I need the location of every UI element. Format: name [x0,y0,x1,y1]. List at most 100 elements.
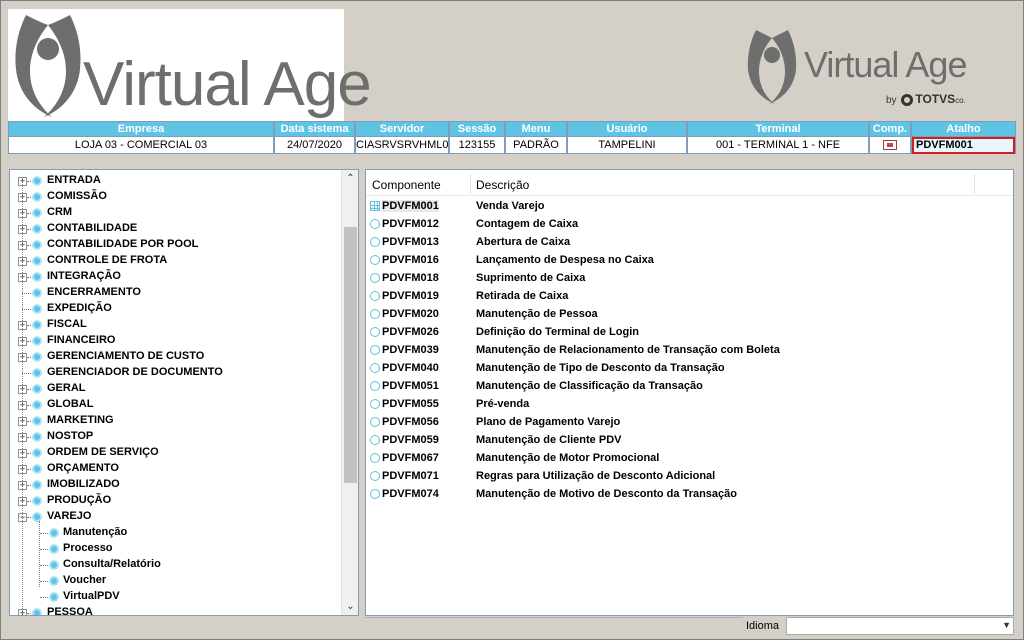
tree-item[interactable]: + MARKETING [10,413,340,429]
component-code: PDVFM051 [382,380,439,392]
list-item[interactable]: PDVFM001 Venda Varejo [366,197,1013,215]
list-item[interactable]: PDVFM039 Manutenção de Relacionamento de … [366,341,1013,359]
computer-icon[interactable] [883,140,897,150]
tree-node-icon [32,400,42,410]
tree-item-label: CONTROLE DE FROTA [47,254,168,266]
tree-node-icon [32,176,42,186]
menu-tree[interactable]: ⌃ ⌄ + ENTRADA + COMISSÃO + CRM + CONTABILIDADE +… [9,169,359,616]
scroll-thumb[interactable] [344,227,357,483]
menu-value: PADRÃO [506,137,566,153]
empresa-header: Empresa [9,122,273,137]
tree-node-icon [32,320,42,330]
tree-item-label: FINANCEIRO [47,334,116,346]
tree-item[interactable]: + ORÇAMENTO [10,461,340,477]
component-code: PDVFM056 [382,416,439,428]
tree-item[interactable]: + GERAL [10,381,340,397]
tree-item[interactable]: + IMOBILIZADO [10,477,340,493]
tree-item[interactable]: + NOSTOP [10,429,340,445]
circle-icon [370,363,380,373]
tree-item[interactable]: + FISCAL [10,317,340,333]
logo-wordmark: Virtual Age [83,50,372,119]
column-divider[interactable] [470,174,471,194]
tree-item[interactable]: VirtualPDV [10,589,340,605]
tree-item[interactable]: + COMISSÃO [10,189,340,205]
list-item[interactable]: PDVFM012 Contagem de Caixa [366,215,1013,233]
tree-item[interactable]: + ENTRADA [10,173,340,189]
list-item[interactable]: PDVFM018 Suprimento de Caixa [366,269,1013,287]
component-description: Lançamento de Despesa no Caixa [476,254,654,266]
tree-item[interactable]: Manutenção [10,525,340,541]
list-item[interactable]: PDVFM051 Manutenção de Classificação da T… [366,377,1013,395]
list-item[interactable]: PDVFM059 Manutenção de Cliente PDV [366,431,1013,449]
tree-item[interactable]: + INTEGRAÇÃO [10,269,340,285]
scroll-down-icon[interactable]: ⌄ [342,598,358,615]
tree-item[interactable]: Consulta/Relatório [10,557,340,573]
tree-item[interactable]: + CONTABILIDADE [10,221,340,237]
tree-item[interactable]: + CONTABILIDADE POR POOL [10,237,340,253]
component-code: PDVFM071 [382,470,439,482]
list-item[interactable]: PDVFM040 Manutenção de Tipo de Desconto d… [366,359,1013,377]
totvs-text: TOTVS [915,92,956,106]
circle-icon [370,327,380,337]
tree-item-label: ORDEM DE SERVIÇO [47,446,159,458]
tree-item-label: Voucher [63,574,107,586]
idioma-label: Idioma [746,620,780,632]
tree-scrollbar[interactable]: ⌃ ⌄ [341,170,358,615]
tree-item-label: GERAL [47,382,86,394]
tree-item[interactable]: + GLOBAL [10,397,340,413]
tree-node-icon [32,192,42,202]
tree-item[interactable]: + PRODUÇÃO [10,493,340,509]
list-item[interactable]: PDVFM013 Abertura de Caixa [366,233,1013,251]
list-item[interactable]: PDVFM056 Plano de Pagamento Varejo [366,413,1013,431]
scroll-up-icon[interactable]: ⌃ [342,170,358,187]
component-code: PDVFM055 [382,398,439,410]
component-code: PDVFM040 [382,362,439,374]
component-description: Pré-venda [476,398,530,410]
atalho-input[interactable]: PDVFM001 [912,137,1015,154]
component-description: Manutenção de Pessoa [476,308,598,320]
list-item[interactable]: PDVFM026 Definição do Terminal de Login [366,323,1013,341]
tree-connector [39,521,40,587]
tree-item[interactable]: + CRM [10,205,340,221]
tree-item[interactable]: + ORDEM DE SERVIÇO [10,445,340,461]
list-item[interactable]: PDVFM071 Regras para Utilização de Descon… [366,467,1013,485]
tree-item[interactable]: + PESSOA [10,605,340,615]
tree-item[interactable]: + CONTROLE DE FROTA [10,253,340,269]
terminal-value: 001 - TERMINAL 1 - NFE [688,137,868,153]
list-item[interactable]: PDVFM016 Lançamento de Despesa no Caixa [366,251,1013,269]
circle-icon [370,219,380,229]
circle-icon [370,273,380,283]
tree-item[interactable]: EXPEDIÇÃO [10,301,340,317]
tree-item[interactable]: − VAREJO [10,509,340,525]
component-description: Contagem de Caixa [476,218,579,230]
tree-item[interactable]: GERENCIADOR DE DOCUMENTO [10,365,340,381]
chevron-down-icon[interactable]: ▼ [1002,620,1011,630]
session-info-bar: Empresa LOJA 03 - COMERCIAL 03 Data sist… [8,121,1016,154]
column-divider[interactable] [974,174,975,194]
component-description: Abertura de Caixa [476,236,571,248]
idioma-select[interactable]: ▼ [786,617,1014,635]
tree-item-label: VAREJO [47,510,92,522]
list-item[interactable]: PDVFM067 Manutenção de Motor Promocional [366,449,1013,467]
tree-item[interactable]: + GERENCIAMENTO DE CUSTO [10,349,340,365]
tree-item[interactable]: + FINANCEIRO [10,333,340,349]
circle-icon [370,399,380,409]
empresa-column: Empresa LOJA 03 - COMERCIAL 03 [8,121,274,154]
column-header-descricao[interactable]: Descrição [476,178,529,192]
tree-node-icon [32,480,42,490]
list-item[interactable]: PDVFM019 Retirada de Caixa [366,287,1013,305]
comp-column: Comp. [869,121,911,154]
tree-item[interactable]: Processo [10,541,340,557]
list-item[interactable]: PDVFM020 Manutenção de Pessoa [366,305,1013,323]
circle-icon [370,471,380,481]
list-item[interactable]: PDVFM055 Pré-venda [366,395,1013,413]
circle-icon [370,255,380,265]
tree-item[interactable]: Voucher [10,573,340,589]
column-header-componente[interactable]: Componente [372,178,441,192]
component-description: Manutenção de Cliente PDV [476,434,622,446]
component-code: PDVFM020 [382,308,439,320]
tree-item[interactable]: ENCERRAMENTO [10,285,340,301]
list-item[interactable]: PDVFM074 Manutenção de Motivo de Desconto… [366,485,1013,503]
tree-item-label: INTEGRAÇÃO [47,270,121,282]
component-description: Definição do Terminal de Login [476,326,639,338]
